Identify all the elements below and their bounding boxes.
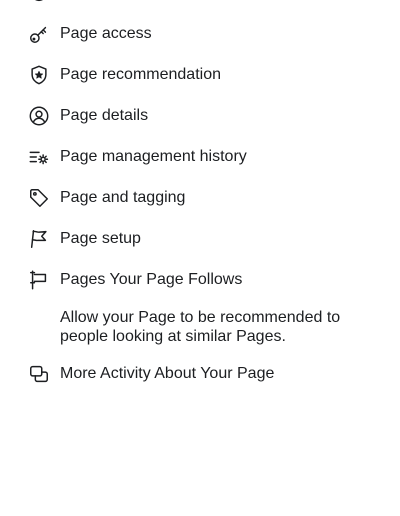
menu-item-page-recommendation[interactable]: Page recommendation xyxy=(0,54,400,95)
menu-item-cut-off[interactable] xyxy=(0,0,400,13)
recommendation-description: Allow your Page to be recommended to peo… xyxy=(60,309,341,345)
banner-flag-icon xyxy=(28,269,50,291)
menu-item-label: Page recommendation xyxy=(60,65,221,83)
menu-item-pages-your-page-follows[interactable]: Pages Your Page Follows xyxy=(0,259,400,300)
menu-item-label: Page management history xyxy=(60,147,247,165)
menu-item-more-activity[interactable]: More Activity About Your Page xyxy=(0,353,400,394)
person-circle-icon xyxy=(28,105,50,127)
key-icon xyxy=(28,23,50,45)
menu-item-page-and-tagging[interactable]: Page and tagging xyxy=(0,177,400,218)
menu-item-page-access[interactable]: Page access xyxy=(0,13,400,54)
flag-icon xyxy=(28,228,50,250)
tag-icon xyxy=(28,187,50,209)
menu-item-label: Page details xyxy=(60,106,149,124)
menu-item-page-setup[interactable]: Page setup xyxy=(0,218,400,259)
list-gear-icon xyxy=(28,146,50,168)
menu-item-label: Page setup xyxy=(60,229,141,247)
menu-item-page-details[interactable]: Page details xyxy=(0,95,400,136)
menu-item-page-management-history[interactable]: Page management history xyxy=(0,136,400,177)
settings-icon xyxy=(28,0,50,4)
menu-item-label: Page access xyxy=(60,24,152,42)
menu-item-label: More Activity About Your Page xyxy=(60,364,275,382)
menu-item-label: Page and tagging xyxy=(60,188,186,206)
menu-item-label: Pages Your Page Follows xyxy=(60,270,243,288)
windows-icon xyxy=(28,363,50,385)
shield-star-icon xyxy=(28,64,50,86)
